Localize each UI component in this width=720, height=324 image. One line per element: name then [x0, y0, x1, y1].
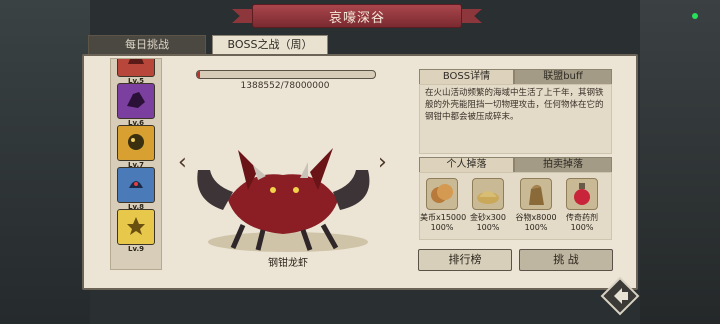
boss-list[interactable]: Lv.5 Lv.6 Lv.7 Lv.8 Lv.9	[110, 58, 162, 270]
boss-list-item[interactable]: Lv.9	[117, 209, 155, 253]
tab-personal-drop[interactable]: 个人掉落	[419, 157, 514, 173]
boss-hp-bar	[196, 70, 376, 79]
title-banner: 哀嚎深谷	[232, 4, 482, 28]
drop-item[interactable]: 传奇药剂 100%	[560, 178, 604, 232]
leaderboard-button[interactable]: 排行榜	[418, 249, 512, 271]
boss-hp-fill	[197, 71, 201, 78]
boss-list-item[interactable]: Lv.8	[117, 167, 155, 211]
tab-auction-drop[interactable]: 拍卖掉落	[514, 157, 612, 173]
boss-portrait-icon	[127, 217, 145, 235]
status-dot	[692, 13, 698, 19]
tab-union-buff[interactable]: 联盟buff	[514, 69, 612, 85]
boss-portrait-icon	[127, 92, 145, 108]
prev-boss-arrow-icon[interactable]: ‹	[178, 152, 187, 174]
boss-portrait-icon	[128, 59, 144, 64]
boss-lobster-image	[197, 148, 370, 252]
drop-item[interactable]: 谷物x8000 100%	[514, 178, 558, 232]
drop-item[interactable]: 美币x15000 100%	[420, 178, 466, 232]
tab-boss-detail[interactable]: BOSS详情	[419, 69, 514, 85]
next-boss-arrow-icon[interactable]: ›	[378, 152, 387, 174]
coin-icon	[426, 178, 458, 210]
boss-description: 在火山活动频繁的海域中生活了上千年，其钢铁般的外壳能阻挡一切物理攻击，任何物体在…	[425, 88, 604, 122]
boss-list-item[interactable]: Lv.6	[117, 83, 155, 127]
challenge-button[interactable]: 挑 战	[519, 249, 613, 271]
background-left	[0, 0, 90, 324]
page-title: 哀嚎深谷	[328, 11, 385, 26]
back-arrow-icon[interactable]	[600, 276, 640, 316]
drop-item[interactable]: 金砂x300 100%	[466, 178, 510, 232]
boss-list-item[interactable]: Lv.5	[117, 59, 155, 85]
gold-sand-icon	[472, 178, 504, 210]
background-right	[640, 0, 720, 324]
tab-daily-challenge[interactable]: 每日挑战	[88, 35, 206, 55]
tab-boss-battle[interactable]: BOSS之战（周）	[212, 35, 328, 55]
boss-portrait-icon	[128, 134, 144, 150]
boss-hp-text: 1388552/78000000	[240, 81, 330, 91]
boss-level: Lv.9	[128, 245, 144, 253]
boss-list-item[interactable]: Lv.7	[117, 125, 155, 169]
grain-icon	[520, 178, 552, 210]
boss-name: 钢钳龙虾	[268, 258, 308, 269]
boss-portrait-icon	[129, 181, 143, 188]
potion-icon	[566, 178, 598, 210]
